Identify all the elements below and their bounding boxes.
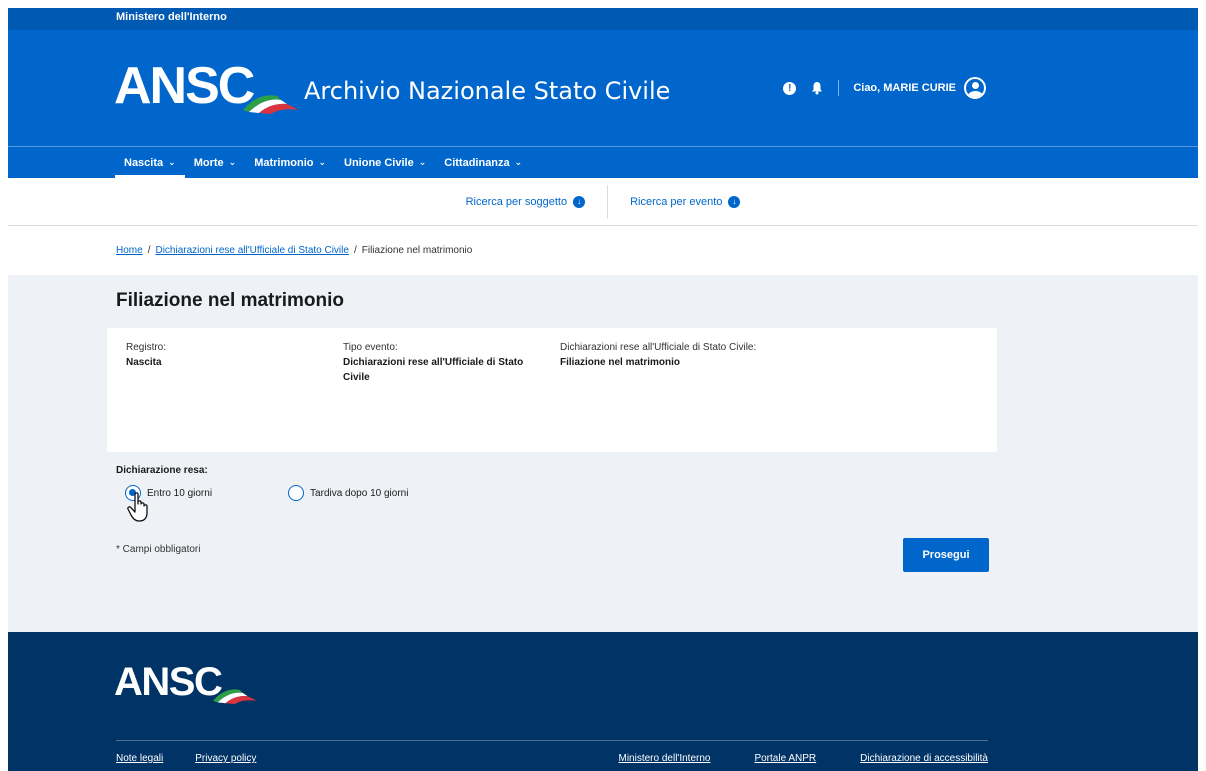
- breadcrumb-separator: /: [147, 245, 151, 256]
- subnav-item-label: Ricerca per evento: [630, 195, 723, 208]
- radio-button[interactable]: [288, 485, 305, 501]
- chevron-down-icon: ⌄: [168, 157, 176, 167]
- field-value: Filiazione nel matrimonio: [560, 357, 681, 368]
- breadcrumb: Home / Dichiarazioni rese all'Ufficiale …: [8, 226, 1198, 275]
- nav-item-nascita[interactable]: Nascita ⌄: [115, 147, 185, 178]
- nav-item-unione-civile[interactable]: Unione Civile ⌄: [335, 147, 435, 178]
- footer-logo[interactable]: ANSC: [114, 660, 259, 704]
- main-nav: Nascita ⌄ Morte ⌄ Matrimonio ⌄ Unione Ci…: [8, 146, 1198, 178]
- header: ANSC Archivio Nazionale Stato Civile ! C…: [8, 30, 1198, 146]
- chevron-down-icon: ⌄: [418, 157, 427, 167]
- nav-item-label: Morte: [193, 156, 224, 169]
- breadcrumb-home[interactable]: Home: [116, 245, 143, 256]
- app-title: Archivio Nazionale Stato Civile: [304, 77, 671, 105]
- ministry-link[interactable]: Ministero dell'Interno: [116, 11, 227, 23]
- avatar-icon: [964, 77, 986, 99]
- prosegui-button[interactable]: Prosegui: [903, 538, 989, 572]
- nav-item-cittadinanza[interactable]: Cittadinanza ⌄: [435, 147, 531, 178]
- footer-links-left: Note legali Privacy policy: [116, 753, 256, 764]
- user-menu[interactable]: Ciao, MARIE CURIE: [853, 77, 986, 99]
- chevron-down-icon: ⌄: [514, 157, 523, 167]
- field-tipo-evento: Tipo evento: Dichiarazioni rese all'Uffi…: [343, 342, 533, 385]
- user-greeting: Ciao, MARIE CURIE: [853, 82, 956, 94]
- footer-links: Note legali Privacy policy Ministero del…: [116, 753, 988, 764]
- subnav-item-label: Ricerca per soggetto: [465, 195, 568, 208]
- required-fields-note: * Campi obbligatori: [116, 544, 201, 555]
- footer-link-accessibilita[interactable]: Dichiarazione di accessibilità: [860, 753, 988, 764]
- field-registro: Registro: Nascita: [126, 342, 306, 370]
- nav-item-label: Nascita: [124, 156, 164, 169]
- footer-link-ministero[interactable]: Ministero dell'Interno: [619, 753, 711, 764]
- footer-divider: [116, 740, 988, 741]
- summary-card: Registro: Nascita Tipo evento: Dichiaraz…: [107, 328, 997, 452]
- radio-group: Entro 10 giorni Tardiva dopo 10 giorni: [125, 485, 408, 501]
- sub-nav: Ricerca per soggetto ↓ Ricerca per event…: [8, 178, 1198, 226]
- search-by-subject-link[interactable]: Ricerca per soggetto ↓: [444, 185, 608, 219]
- ministry-bar: Ministero dell'Interno: [8, 8, 1198, 30]
- radio-label: Entro 10 giorni: [147, 487, 213, 499]
- logo-text: ANSC: [114, 57, 255, 115]
- footer-link-note-legali[interactable]: Note legali: [116, 753, 163, 764]
- header-separator: [838, 80, 840, 96]
- arrow-down-circle-icon: ↓: [573, 195, 586, 208]
- breadcrumb-dichiarazioni[interactable]: Dichiarazioni rese all'Ufficiale di Stat…: [155, 245, 348, 256]
- field-label: Dichiarazioni rese all'Ufficiale di Stat…: [560, 342, 757, 353]
- italy-flag-icon: [213, 689, 258, 704]
- nav-item-morte[interactable]: Morte ⌄: [185, 147, 246, 178]
- alert-icon[interactable]: !: [783, 81, 797, 95]
- nav-item-label: Cittadinanza: [444, 156, 510, 169]
- nav-item-matrimonio[interactable]: Matrimonio ⌄: [245, 147, 335, 178]
- field-dichiarazione: Dichiarazioni rese all'Ufficiale di Stat…: [560, 342, 860, 370]
- breadcrumb-current: Filiazione nel matrimonio: [361, 245, 473, 256]
- nav-item-label: Matrimonio: [254, 156, 314, 169]
- bell-icon[interactable]: [810, 81, 824, 95]
- header-actions: ! Ciao, MARIE CURIE: [783, 77, 986, 99]
- field-label: Registro:: [126, 342, 167, 353]
- arrow-down-circle-icon: ↓: [728, 195, 741, 208]
- search-by-event-link[interactable]: Ricerca per evento ↓: [608, 185, 762, 219]
- nav-item-label: Unione Civile: [344, 156, 414, 169]
- footer-logo-text: ANSC: [114, 660, 223, 704]
- field-label: Tipo evento:: [343, 342, 398, 353]
- italy-flag-icon: [243, 95, 300, 114]
- field-value: Nascita: [126, 357, 162, 368]
- footer-link-portale-anpr[interactable]: Portale ANPR: [754, 753, 816, 764]
- footer-links-right: Ministero dell'Interno Portale ANPR Dich…: [619, 753, 989, 764]
- main-content: Filiazione nel matrimonio Registro: Nasc…: [8, 275, 1198, 632]
- field-value: Dichiarazioni rese all'Ufficiale di Stat…: [343, 357, 524, 383]
- footer-link-privacy[interactable]: Privacy policy: [195, 753, 256, 764]
- chevron-down-icon: ⌄: [228, 157, 237, 167]
- radio-label: Tardiva dopo 10 giorni: [310, 487, 409, 499]
- radio-group-label: Dichiarazione resa:: [116, 465, 208, 476]
- page-frame: Ministero dell'Interno ANSC Archivio Naz…: [8, 8, 1198, 771]
- page-title: Filiazione nel matrimonio: [116, 290, 345, 311]
- chevron-down-icon: ⌄: [318, 157, 327, 167]
- hand-cursor-icon: [127, 492, 148, 522]
- radio-tardiva[interactable]: Tardiva dopo 10 giorni: [288, 485, 408, 501]
- logo[interactable]: ANSC: [114, 57, 301, 115]
- footer: ANSC Note legali Privacy policy Minister…: [8, 632, 1198, 771]
- breadcrumb-separator: /: [353, 245, 357, 256]
